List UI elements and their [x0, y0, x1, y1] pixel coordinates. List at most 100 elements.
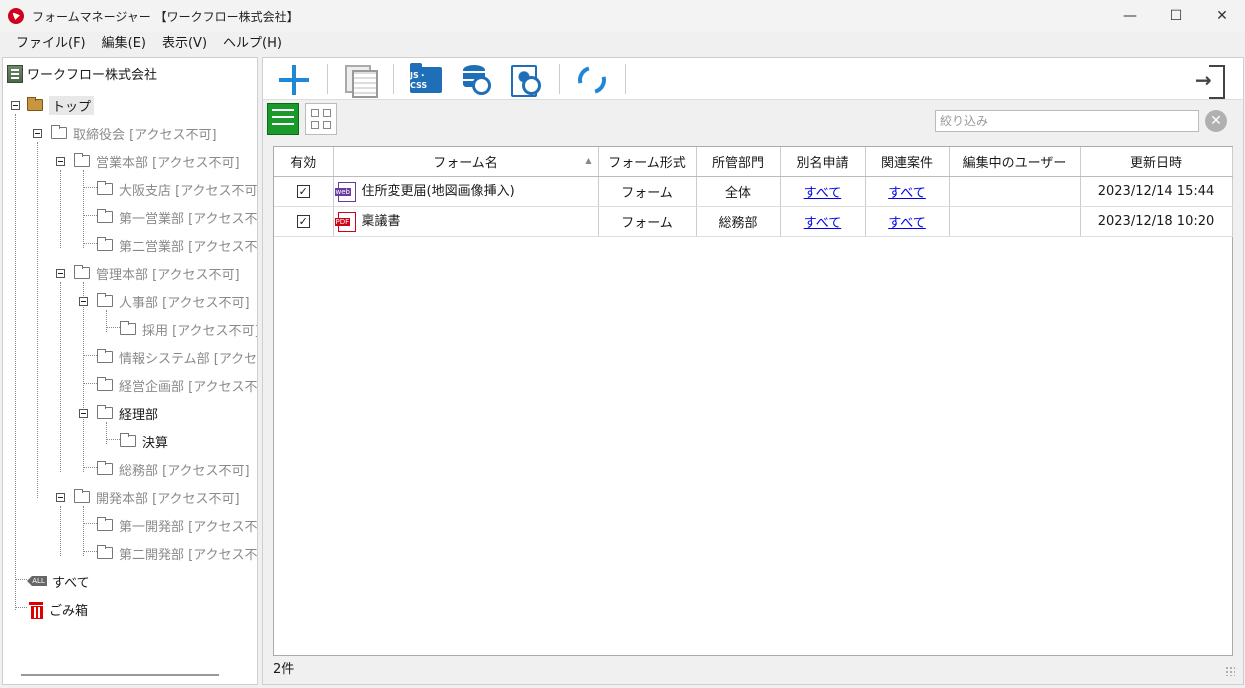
close-icon: ✕ [1210, 113, 1222, 129]
tree-node-label: 採用 [アクセス不可] [142, 323, 258, 339]
folder-icon [97, 517, 113, 531]
tree-node[interactable]: 営業本部 [アクセス不可] [74, 151, 240, 171]
column-header-format[interactable]: フォーム形式 [598, 147, 697, 177]
tree-node[interactable]: 大阪支店 [アクセス不可] [97, 179, 257, 199]
database-settings-button[interactable] [459, 63, 493, 97]
tree-node[interactable]: 第一営業部 [アクセス不可 [97, 207, 257, 227]
sort-asc-icon: ▲ [585, 156, 592, 165]
pdf-form-icon [334, 211, 356, 232]
tree-expander[interactable] [56, 157, 65, 166]
column-header-form-name[interactable]: フォーム名 ▲ [333, 147, 599, 177]
alias-link[interactable]: すべて [804, 216, 842, 231]
table-row[interactable]: ✓ 住所変更届(地図画像挿入) フォーム 全体 すべて すべて 2023/12/… [274, 176, 1233, 207]
tree-node[interactable]: 経営企画部 [アクセス不可 [97, 375, 258, 395]
tree-node[interactable]: 情報システム部 [アクセス不 [97, 347, 257, 367]
tree-node-label: すべて [52, 575, 90, 591]
tree-node[interactable]: 管理本部 [アクセス不可] [74, 263, 240, 283]
updated-datetime: 2023/12/18 10:20 [1080, 206, 1233, 237]
column-header-related[interactable]: 関連案件 [865, 147, 950, 177]
tree-node-label: 第二開発部 [アクセス不可 [119, 547, 258, 563]
tree-expander[interactable] [11, 101, 20, 110]
list-view-icon [272, 109, 294, 129]
window-title: フォームマネージャー 【ワークフロー株式会社】 [32, 9, 299, 24]
plus-icon [279, 65, 309, 95]
folder-open-icon [27, 97, 43, 111]
clear-filter-button[interactable]: ✕ [1205, 110, 1227, 132]
add-form-button[interactable] [277, 63, 311, 97]
related-link[interactable]: すべて [888, 216, 926, 231]
tree-node-label: トップ [49, 95, 95, 115]
form-table: 有効 フォーム名 ▲ フォーム形式 所管部門 別名申請 関連案件 編集中のユーザー… [273, 146, 1233, 656]
tree-node[interactable]: 総務部 [アクセス不可] [97, 459, 250, 479]
tree-node-all[interactable]: ALL すべて [27, 571, 90, 591]
form-dept: 全体 [696, 176, 781, 207]
maximize-button[interactable]: ☐ [1153, 0, 1199, 32]
folder-icon [97, 181, 113, 195]
form-list-panel: JS・CSS ✕ 有効 フォーム名▲ フォーム形式 所管部門 別名申請 関 [262, 57, 1244, 685]
filter-input[interactable] [935, 110, 1199, 132]
form-format: フォーム [598, 206, 697, 237]
folder-icon [97, 461, 113, 475]
horizontal-scrollbar[interactable] [21, 674, 219, 676]
list-view-button[interactable] [267, 103, 299, 135]
tree-node[interactable]: 決算 [120, 431, 168, 451]
tree-node[interactable]: 経理部 [97, 403, 158, 423]
copy-form-button[interactable] [343, 63, 378, 98]
tree-node[interactable]: 第一開発部 [アクセス不可 [97, 515, 257, 535]
enabled-checkbox[interactable]: ✓ [296, 214, 310, 228]
tree-node[interactable]: 第二営業部 [アクセス不可 [97, 235, 258, 255]
web-form-icon [334, 181, 356, 202]
tree-node[interactable]: 人事部 [アクセス不可] [97, 291, 250, 311]
tree-node[interactable]: 採用 [アクセス不可] [120, 319, 258, 339]
resize-grip-icon[interactable] [1225, 666, 1235, 676]
tree-expander[interactable] [56, 269, 65, 278]
database-gear-icon [461, 65, 491, 95]
alias-link[interactable]: すべて [804, 186, 842, 201]
column-header-editing-user[interactable]: 編集中のユーザー [949, 147, 1081, 177]
tree-node[interactable]: 取締役会 [アクセス不可] [51, 123, 217, 143]
column-header-dept[interactable]: 所管部門 [696, 147, 781, 177]
menu-help[interactable]: ヘルプ(H) [215, 32, 290, 56]
company-icon [7, 64, 23, 83]
column-header-updated[interactable]: 更新日時 [1080, 147, 1233, 177]
refresh-button[interactable] [572, 60, 612, 100]
enabled-checkbox[interactable]: ✓ [296, 184, 310, 198]
grid-view-icon [311, 109, 331, 129]
column-header-enabled[interactable]: 有効 [274, 147, 334, 177]
tree-node[interactable]: 開発本部 [アクセス不可] [74, 487, 240, 507]
minimize-button[interactable]: — [1107, 0, 1153, 32]
tree-root-label: ワークフロー株式会社 [27, 68, 158, 83]
folder-icon [97, 545, 113, 559]
grid-view-button[interactable] [305, 103, 337, 135]
menu-edit[interactable]: 編集(E) [94, 32, 154, 56]
tree-node-label: 第二営業部 [アクセス不可 [119, 239, 258, 255]
tree-node-label: 経理部 [119, 407, 159, 423]
close-button[interactable]: ✕ [1199, 0, 1245, 32]
tree-root[interactable]: ワークフロー株式会社 [7, 64, 157, 83]
tree-node[interactable]: 第二開発部 [アクセス不可 [97, 543, 258, 563]
user-gear-icon [511, 65, 541, 97]
copy-icon [345, 65, 378, 98]
tree-expander[interactable] [79, 297, 88, 306]
column-header-alias[interactable]: 別名申請 [780, 147, 866, 177]
table-row[interactable]: ✓ 稟議書 フォーム 総務部 すべて すべて 2023/12/18 10:20 [274, 206, 1233, 237]
editing-user [949, 176, 1081, 207]
menu-view[interactable]: 表示(V) [154, 32, 215, 56]
table-header-row: 有効 フォーム名 ▲ フォーム形式 所管部門 別名申請 関連案件 編集中のユーザー… [274, 147, 1233, 177]
tree-expander[interactable] [79, 409, 88, 418]
menu-file[interactable]: ファイル(F) [8, 32, 94, 56]
tree-node-top[interactable]: トップ [27, 95, 95, 115]
tree-node-label: 経営企画部 [アクセス不可 [119, 379, 258, 395]
tree-expander[interactable] [56, 493, 65, 502]
folder-icon [74, 489, 90, 503]
folder-icon [97, 209, 113, 223]
folder-icon [97, 237, 113, 251]
tree-node-trash[interactable]: ごみ箱 [29, 599, 88, 619]
js-css-folder-icon: JS・CSS [410, 63, 442, 93]
tree-expander[interactable] [33, 129, 42, 138]
exit-button[interactable] [1193, 63, 1227, 99]
user-settings-button[interactable] [509, 63, 543, 97]
js-css-button[interactable]: JS・CSS [409, 63, 443, 97]
tree-node-label: 総務部 [アクセス不可] [119, 463, 250, 479]
related-link[interactable]: すべて [888, 186, 926, 201]
